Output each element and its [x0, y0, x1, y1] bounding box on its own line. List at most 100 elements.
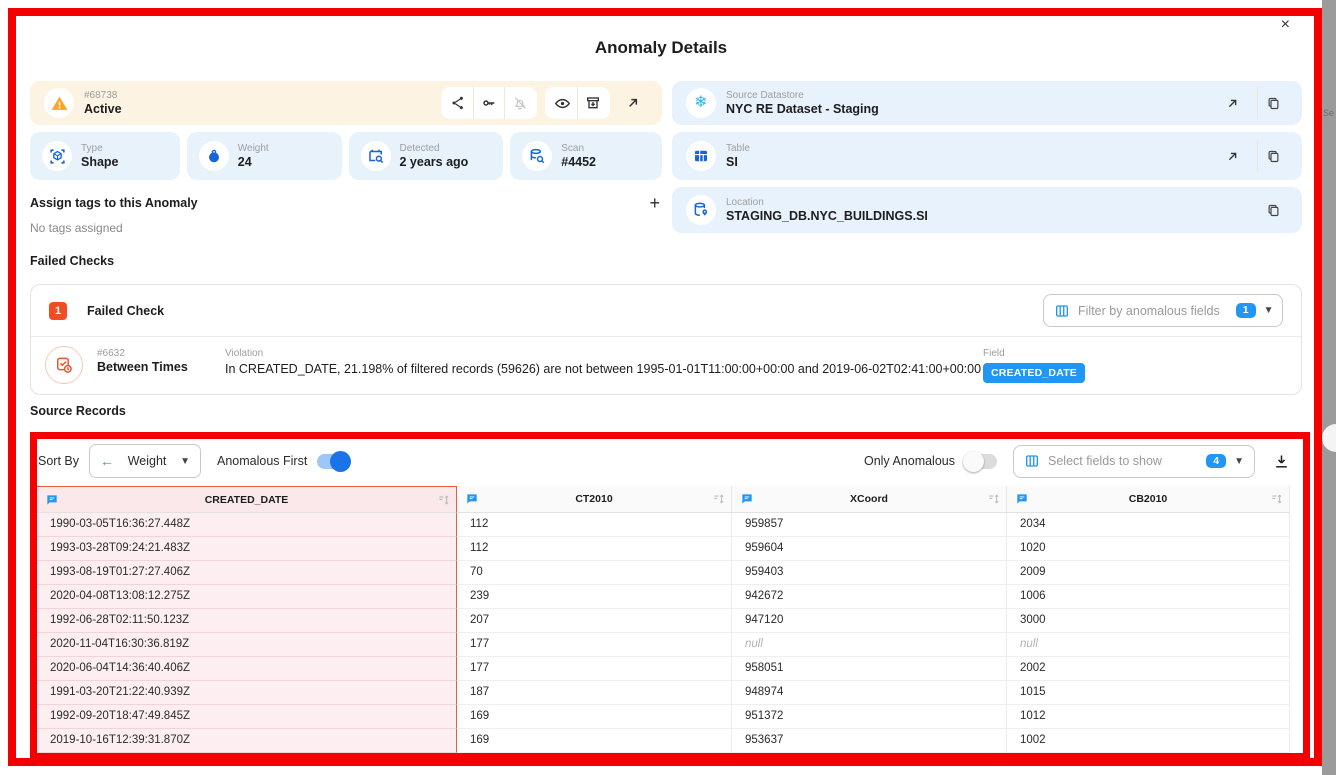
filter-anomalous-fields-dropdown[interactable]: Filter by anomalous fields 1 ▼: [1043, 294, 1283, 327]
table-row[interactable]: 1991-03-20T21:22:40.939Z1879489741015: [36, 681, 1290, 705]
type-label: Type: [81, 142, 119, 155]
only-anomalous-toggle[interactable]: [965, 454, 997, 469]
cell-CT2010: 169: [457, 705, 732, 729]
table-row[interactable]: 2020-11-04T16:30:36.819Z177nullnull: [36, 633, 1290, 657]
mute-bell-icon: [504, 87, 535, 119]
background-page: Se: [1322, 0, 1336, 775]
anomalous-first-toggle[interactable]: [317, 454, 349, 469]
check-id: #6632: [97, 347, 225, 360]
location-value: STAGING_DB.NYC_BUILDINGS.SI: [726, 209, 928, 224]
sort-direction-icon[interactable]: ←: [100, 453, 114, 469]
violation-text: In CREATED_DATE, 21.198% of filtered rec…: [225, 362, 983, 376]
download-icon[interactable]: [1273, 453, 1290, 470]
eye-icon[interactable]: [547, 87, 577, 119]
type-value: Shape: [81, 155, 119, 170]
sort-column-icon[interactable]: [1270, 492, 1284, 506]
open-anomaly-icon[interactable]: [618, 87, 648, 119]
key-icon[interactable]: [473, 87, 504, 119]
cell-CREATED_DATE: 1993-08-19T01:27:27.406Z: [36, 561, 457, 585]
scan-icon: [522, 141, 552, 171]
cell-XCoord: 953637: [732, 729, 1007, 753]
cell-CB2010: 1012: [1007, 705, 1290, 729]
table-row[interactable]: 2020-06-04T14:36:40.406Z1779580512002: [36, 657, 1290, 681]
field-badge[interactable]: CREATED_DATE: [983, 363, 1085, 383]
detected-card: Detected 2 years ago: [349, 132, 504, 180]
field-label: Field: [983, 347, 1283, 360]
snowflake-icon: ❄: [686, 88, 716, 118]
cell-CREATED_DATE: 1991-03-20T21:22:40.939Z: [36, 681, 457, 705]
columns-icon: [1054, 303, 1070, 319]
share-icon[interactable]: [443, 87, 473, 119]
sort-column-icon[interactable]: [987, 492, 1001, 506]
table-row[interactable]: 1992-09-20T18:47:49.845Z1699513721012: [36, 705, 1290, 729]
cell-CT2010: 187: [457, 681, 732, 705]
database-pin-icon: [686, 195, 716, 225]
column-title: CB2010: [1129, 493, 1168, 505]
cell-XCoord: 951372: [732, 705, 1007, 729]
cell-CB2010: 2002: [1007, 657, 1290, 681]
anomaly-id: #68738: [84, 89, 122, 102]
cell-CREATED_DATE: 1992-09-20T18:47:49.845Z: [36, 705, 457, 729]
table-row[interactable]: 1990-03-05T16:36:27.448Z1129598572034: [36, 513, 1290, 537]
sort-dropdown[interactable]: ← Weight ▼: [89, 444, 201, 478]
column-title: XCoord: [850, 493, 888, 505]
scan-value: #4452: [561, 155, 596, 170]
copy-table-icon[interactable]: [1257, 140, 1288, 172]
cell-XCoord: 948974: [732, 681, 1007, 705]
between-times-icon: [45, 346, 83, 384]
source-records-table: CREATED_DATECT2010XCoordCB2010 1990-03-0…: [36, 486, 1290, 753]
table-row[interactable]: 1993-03-28T09:24:21.483Z1129596041020: [36, 537, 1290, 561]
anomaly-status: Active: [84, 102, 122, 117]
anomaly-details-screen: Se Anomaly Details × #68738 Active: [0, 0, 1336, 775]
failed-checks-card: 1 Failed Check Filter by anomalous field…: [30, 284, 1302, 395]
sort-column-icon[interactable]: [712, 492, 726, 506]
detected-label: Detected: [400, 142, 469, 155]
table-row[interactable]: 2019-10-16T12:39:31.870Z1699536371002: [36, 729, 1290, 753]
scan-card: Scan #4452: [510, 132, 662, 180]
sort-column-icon[interactable]: [437, 493, 451, 507]
close-icon[interactable]: ×: [1281, 17, 1290, 33]
warning-icon: [44, 88, 74, 118]
source-datastore-card: ❄ Source Datastore NYC RE Dataset - Stag…: [672, 81, 1302, 125]
failed-check-row[interactable]: #6632 Between Times Violation In CREATED…: [31, 337, 1301, 394]
cell-CREATED_DATE: 2019-10-16T12:39:31.870Z: [36, 729, 457, 753]
weight-label: Weight: [238, 142, 269, 155]
cell-CB2010: 1002: [1007, 729, 1290, 753]
anomaly-status-card: #68738 Active: [30, 81, 662, 125]
records-table-body: 1990-03-05T16:36:27.448Z1129598572034199…: [36, 513, 1290, 753]
table-row[interactable]: 1993-08-19T01:27:27.406Z709594032009: [36, 561, 1290, 585]
anomalous-first-label: Anomalous First: [217, 454, 307, 468]
cell-CREATED_DATE: 2020-11-04T16:30:36.819Z: [36, 633, 457, 657]
background-floating-button: [1322, 424, 1336, 452]
cell-XCoord: 959403: [732, 561, 1007, 585]
failed-checks-heading: Failed Checks: [30, 254, 114, 268]
column-header-CREATED_DATE: CREATED_DATE: [36, 486, 457, 513]
archive-icon[interactable]: [577, 87, 608, 119]
cell-CT2010: 239: [457, 585, 732, 609]
cell-CT2010: 177: [457, 657, 732, 681]
select-fields-dropdown[interactable]: Select fields to show 4 ▼: [1013, 445, 1255, 478]
field-comment-icon: [45, 493, 59, 507]
select-fields-placeholder: Select fields to show: [1048, 454, 1162, 468]
cell-CT2010: 207: [457, 609, 732, 633]
scan-label: Scan: [561, 142, 596, 155]
add-tag-icon[interactable]: +: [649, 194, 660, 212]
open-table-icon[interactable]: [1217, 140, 1247, 172]
table-row[interactable]: 1992-06-28T02:11:50.123Z2079471203000: [36, 609, 1290, 633]
sort-value: Weight: [128, 454, 167, 468]
field-comment-icon: [1015, 492, 1029, 506]
copy-location-icon[interactable]: [1258, 194, 1288, 226]
calendar-search-icon: [361, 141, 391, 171]
type-card: Type Shape: [30, 132, 180, 180]
weight-icon: [199, 141, 229, 171]
assign-tags-title: Assign tags to this Anomaly: [30, 196, 198, 210]
copy-datastore-icon[interactable]: [1257, 87, 1288, 119]
anomaly-details-modal: Anomaly Details × #68738 Active: [0, 0, 1322, 775]
cell-XCoord: 947120: [732, 609, 1007, 633]
table-label: Table: [726, 142, 750, 155]
cell-CB2010: 3000: [1007, 609, 1290, 633]
cell-CB2010: null: [1007, 633, 1290, 657]
table-row[interactable]: 2020-04-08T13:08:12.275Z2399426721006: [36, 585, 1290, 609]
open-datastore-icon[interactable]: [1217, 87, 1247, 119]
cell-CREATED_DATE: 1990-03-05T16:36:27.448Z: [36, 513, 457, 537]
